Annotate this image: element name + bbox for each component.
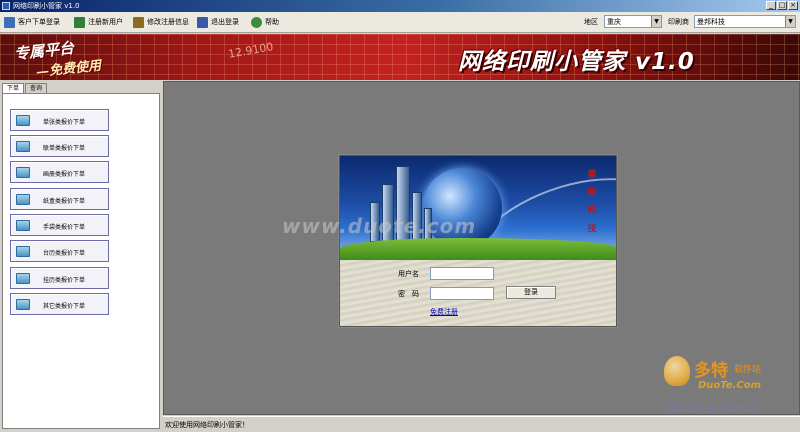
folder-icon xyxy=(16,194,30,205)
username-label: 用户名 xyxy=(398,270,419,278)
password-label: 密 码 xyxy=(398,290,419,298)
edit-info-icon xyxy=(133,16,144,28)
grass-ground xyxy=(340,238,616,260)
register-user-button[interactable]: 注册新用户 xyxy=(74,15,123,29)
tab-query[interactable]: 查询 xyxy=(25,83,48,93)
order-button-other[interactable]: 其它类报价下单 xyxy=(10,293,109,315)
order-button-wall-calendar[interactable]: 挂历类报价下单 xyxy=(10,267,109,289)
banner-app-title: 网络印刷小管家 v1.0 xyxy=(458,49,695,75)
folder-icon xyxy=(16,115,30,126)
maximize-button[interactable]: □ xyxy=(777,1,787,10)
watermark-brand-suffix: 软件站 xyxy=(734,365,762,375)
register-user-label: 注册新用户 xyxy=(88,18,123,26)
folder-icon xyxy=(16,167,30,178)
order-button-box[interactable]: 纸盒类报价下单 xyxy=(10,188,109,210)
folder-icon xyxy=(16,246,30,257)
printer-value: 曼邦科技 xyxy=(697,18,725,26)
order-button-single[interactable]: 单张类报价下单 xyxy=(10,109,109,131)
chevron-down-icon[interactable]: ▼ xyxy=(785,16,795,27)
logout-button[interactable]: 退出登录 xyxy=(197,15,239,29)
site-watermark-text: www.duote.com xyxy=(282,214,477,238)
logout-label: 退出登录 xyxy=(211,18,239,26)
order-button-label: 单张类报价下单 xyxy=(43,119,86,126)
header-banner: 专属平台 —免费使用 12.9100 网络印刷小管家 v1.0 xyxy=(0,34,800,80)
brand-vertical-text: 曼 邦 科 技 xyxy=(587,170,597,234)
tab-order[interactable]: 下单 xyxy=(2,83,25,93)
login-button[interactable]: 登录 xyxy=(506,286,556,299)
login-form: 用户名 密 码 登录 免费注册 xyxy=(340,260,616,326)
register-link[interactable]: 免费注册 xyxy=(430,307,458,317)
order-button-desk-calendar[interactable]: 台历类报价下单 xyxy=(10,240,109,262)
minimize-button[interactable]: _ xyxy=(766,1,776,10)
folder-icon xyxy=(16,220,30,231)
folder-icon xyxy=(16,299,30,310)
app-icon xyxy=(2,2,10,10)
edit-info-label: 修改注册信息 xyxy=(147,18,189,26)
mascot-icon xyxy=(664,356,690,386)
region-value: 重庆 xyxy=(607,18,621,26)
status-text: 欢迎使用网络印刷小管家！ xyxy=(165,421,249,429)
left-panel: 下单 查询 单张类报价下单 联单类报价下单 画册类报价下单 纸盒类报价下单 手袋… xyxy=(0,81,162,432)
folder-icon xyxy=(16,141,30,152)
region-label: 地区 xyxy=(584,18,598,26)
client-login-button[interactable]: 客户下单登录 xyxy=(4,15,60,29)
printer-label: 印刷商 xyxy=(668,18,689,26)
status-bar: 欢迎使用网络印刷小管家！ xyxy=(163,416,800,432)
login-banner-image: 曼 邦 科 技 xyxy=(340,156,616,260)
watermark-brand: 多特 xyxy=(694,361,728,381)
window-controls: _ □ × xyxy=(766,1,798,10)
watermark-tagline: 国内最安全的软件站 xyxy=(668,405,759,415)
order-button-label: 其它类报价下单 xyxy=(43,303,86,310)
order-button-label: 台历类报价下单 xyxy=(43,250,86,257)
client-login-label: 客户下单登录 xyxy=(18,18,60,26)
order-button-label: 手袋类报价下单 xyxy=(43,224,86,231)
order-button-label: 画册类报价下单 xyxy=(43,171,86,178)
username-input[interactable] xyxy=(430,267,494,280)
region-select[interactable]: 重庆 ▼ xyxy=(604,15,662,28)
order-button-brochure[interactable]: 画册类报价下单 xyxy=(10,161,109,183)
order-list: 单张类报价下单 联单类报价下单 画册类报价下单 纸盒类报价下单 手袋类报价下单 … xyxy=(2,93,160,429)
password-input[interactable] xyxy=(430,287,494,300)
order-button-label: 纸盒类报价下单 xyxy=(43,198,86,205)
duote-watermark: 多特 软件站 DuoTe.Com 国内最安全的软件站 xyxy=(664,354,796,416)
chevron-down-icon[interactable]: ▼ xyxy=(651,16,661,27)
toolbar: 客户下单登录 注册新用户 修改注册信息 退出登录 帮助 地区 重庆 ▼ 印刷商 … xyxy=(0,12,800,33)
order-button-label: 挂历类报价下单 xyxy=(43,277,86,284)
help-button[interactable]: 帮助 xyxy=(251,15,279,29)
left-tabs: 下单 查询 xyxy=(2,83,48,93)
client-login-icon xyxy=(4,16,15,28)
close-button[interactable]: × xyxy=(788,1,798,10)
order-button-label: 联单类报价下单 xyxy=(43,145,86,152)
edit-info-button[interactable]: 修改注册信息 xyxy=(133,15,189,29)
logout-icon xyxy=(197,16,208,28)
help-label: 帮助 xyxy=(265,18,279,26)
login-panel: 曼 邦 科 技 用户名 密 码 登录 免费注册 xyxy=(339,155,617,327)
title-bar: 网络印刷小管家 v1.0 _ □ × xyxy=(0,0,800,12)
watermark-url: DuoTe.Com xyxy=(698,380,762,391)
folder-icon xyxy=(16,273,30,284)
window-title: 网络印刷小管家 v1.0 xyxy=(13,2,80,10)
printer-select[interactable]: 曼邦科技 ▼ xyxy=(694,15,796,28)
order-button-multipart[interactable]: 联单类报价下单 xyxy=(10,135,109,157)
order-button-handbag[interactable]: 手袋类报价下单 xyxy=(10,214,109,236)
help-icon xyxy=(251,16,262,28)
new-user-icon xyxy=(74,16,85,28)
